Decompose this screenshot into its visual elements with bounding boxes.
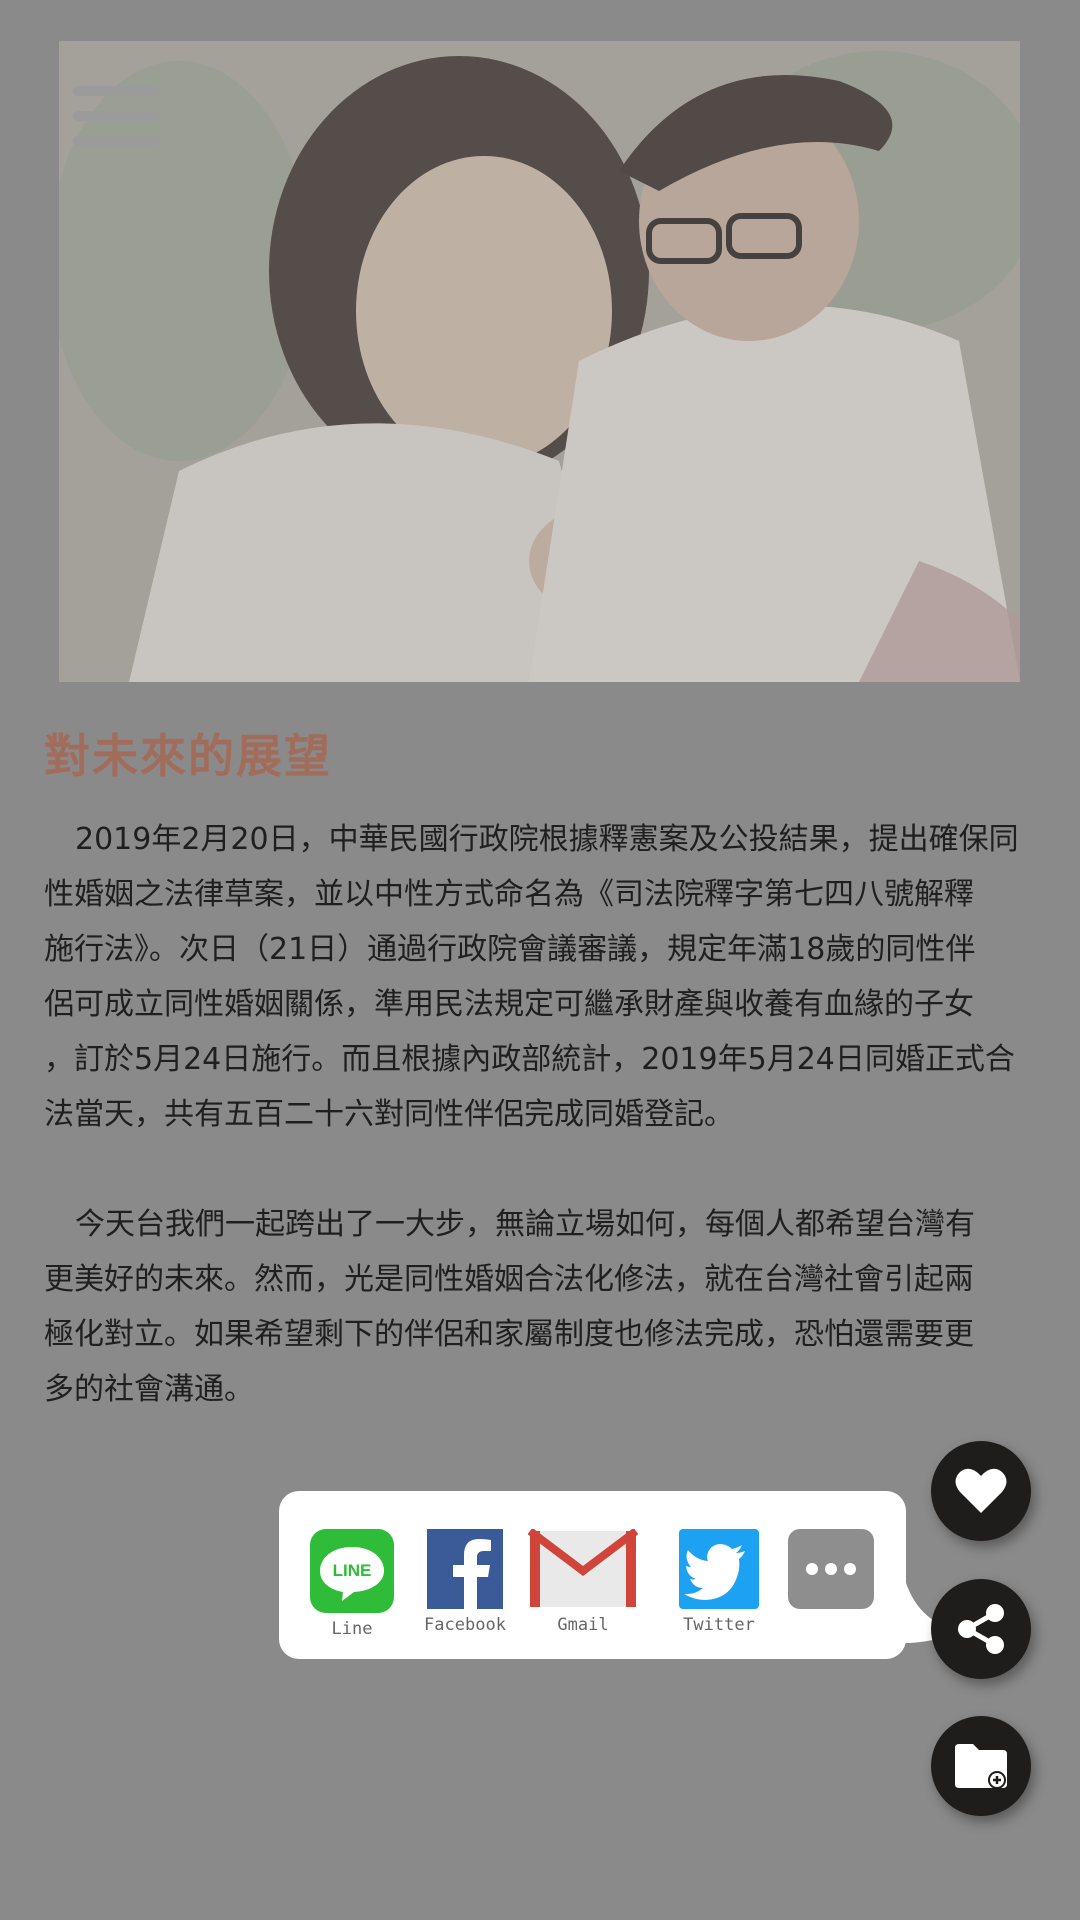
article-paragraph-2: 今天台我們一起跨出了一大步，無論立場如何，每個人都希望台灣有 更美好的未來。然而… (44, 1197, 1044, 1417)
svg-text:LINE: LINE (333, 1561, 372, 1580)
menu-button[interactable] (73, 86, 159, 146)
share-twitter-button[interactable]: Twitter (664, 1529, 774, 1635)
paragraph-line: 性婚姻之法律草案，並以中性方式命名為《司法院釋字第七四八號解釋 (44, 877, 974, 912)
share-twitter-label: Twitter (683, 1615, 755, 1635)
add-to-folder-button[interactable] (931, 1716, 1031, 1816)
paragraph-line: 極化對立。如果希望剩下的伴侶和家屬制度也修法完成，恐怕還需要更 (44, 1317, 974, 1352)
share-line-label: Line (331, 1619, 373, 1639)
paragraph-line: 多的社會溝通。 (44, 1372, 254, 1407)
heart-icon (955, 1468, 1007, 1513)
hamburger-icon-bar-top (73, 86, 159, 96)
like-button[interactable] (931, 1441, 1031, 1541)
paragraph-line: 施行法》。次日（21日）通過行政院會議審議，規定年滿18歲的同性伴 (44, 932, 976, 967)
folder-add-icon (955, 1744, 1007, 1789)
paragraph-line: 今天台我們一起跨出了一大步，無論立場如何，每個人都希望台灣有 (75, 1207, 975, 1242)
article-paragraph-1: 2019年2月20日，中華民國行政院根據釋憲案及公投結果，提出確保同 性婚姻之法… (44, 812, 1044, 1142)
share-panel: LINE Line Facebook Gmail Twitter (279, 1491, 906, 1659)
hamburger-icon-bar-bottom (73, 136, 159, 146)
share-gmail-button[interactable]: Gmail (528, 1529, 638, 1635)
share-icon (958, 1604, 1004, 1654)
section-title: 對未來的展望 (44, 729, 332, 783)
paragraph-line: 法當天，共有五百二十六對同性伴侶完成同婚登記。 (44, 1097, 734, 1132)
share-facebook-label: Facebook (424, 1615, 506, 1635)
hamburger-icon-bar-middle (73, 111, 159, 121)
share-line-button[interactable]: LINE Line (297, 1529, 407, 1639)
share-facebook-button[interactable]: Facebook (410, 1529, 520, 1635)
facebook-icon (427, 1529, 503, 1609)
more-icon (788, 1529, 874, 1609)
paragraph-line: 2019年2月20日，中華民國行政院根據釋憲案及公投結果，提出確保同 (75, 822, 1019, 857)
share-more-button[interactable] (776, 1529, 886, 1609)
twitter-icon (679, 1529, 759, 1609)
paragraph-line: 侶可成立同性婚姻關係，準用民法規定可繼承財產與收養有血緣的子女 (44, 987, 974, 1022)
gmail-icon (528, 1529, 638, 1607)
photo-overlay (59, 41, 1020, 682)
paragraph-line: ，訂於5月24日施行。而且根據內政部統計，2019年5月24日同婚正式合 (44, 1042, 1015, 1077)
share-gmail-label: Gmail (557, 1615, 609, 1635)
line-icon: LINE (310, 1529, 394, 1613)
share-button[interactable] (931, 1579, 1031, 1679)
hero-image (59, 41, 1020, 682)
paragraph-line: 更美好的未來。然而，光是同性婚姻合法化修法，就在台灣社會引起兩 (44, 1262, 974, 1297)
